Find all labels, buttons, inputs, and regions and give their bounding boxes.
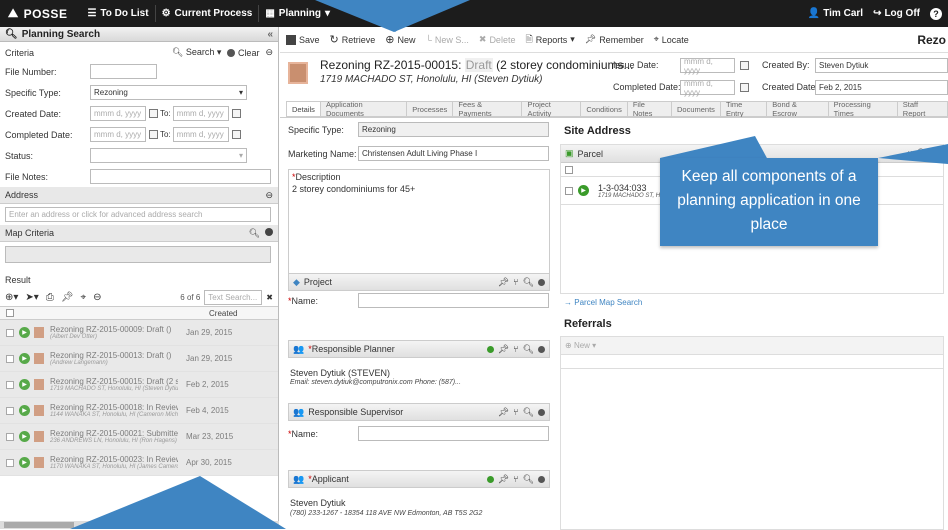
top-arrow-pointer	[315, 0, 470, 32]
callout-arrow-right	[878, 144, 948, 164]
feature-callout: Keep all components of a planning applic…	[660, 158, 878, 246]
bottom-arrow-pointer	[70, 476, 286, 529]
annotation-overlay	[70, 0, 948, 529]
callout-text: Keep all components of a planning applic…	[677, 168, 861, 233]
callout-arrow-left	[660, 136, 768, 160]
